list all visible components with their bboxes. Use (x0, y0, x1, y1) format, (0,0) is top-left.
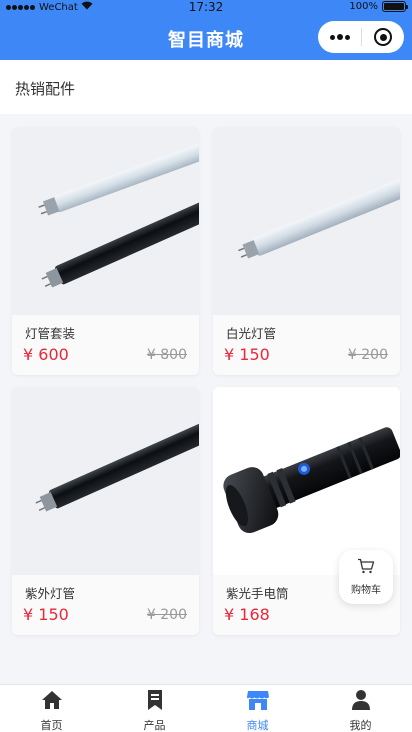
cart-label: 购物车 (351, 585, 381, 596)
uv-tube-image (12, 387, 199, 575)
product-price: ¥ 150 (224, 345, 270, 364)
original-price: ¥ 200 (146, 607, 187, 623)
product-card[interactable]: 白光灯管 ¥ 150 ¥ 200 (213, 127, 400, 375)
flashlight-image (213, 387, 400, 575)
tab-mine[interactable]: 我的 (309, 685, 412, 732)
product-name: 紫外灯管 (25, 586, 76, 601)
battery-icon (382, 1, 408, 12)
product-name: 白光灯管 (226, 326, 277, 341)
tab-label: 产品 (143, 719, 166, 732)
cart-button[interactable]: 购物车 (339, 550, 393, 604)
mini-program-capsule (318, 21, 404, 53)
product-name: 紫光手电筒 (226, 586, 289, 601)
tab-products[interactable]: 产品 (103, 685, 206, 732)
status-bar: WeChat 17:32 100% (0, 0, 412, 16)
original-price: ¥ 800 (146, 347, 187, 363)
top-bar: WeChat 17:32 100% 智目商城 (0, 0, 412, 60)
white-tube-image (213, 127, 400, 315)
product-card[interactable]: 紫外灯管 ¥ 150 ¥ 200 (12, 387, 199, 635)
product-info: 灯管套装 ¥ 600 ¥ 800 (12, 315, 199, 375)
section-header: 热销配件 (0, 60, 412, 114)
tube-set-image (12, 127, 199, 315)
cart-icon (357, 558, 375, 578)
product-price: ¥ 600 (23, 345, 69, 364)
tab-label: 我的 (349, 719, 372, 732)
product-card[interactable]: 灯管套装 ¥ 600 ¥ 800 (12, 127, 199, 375)
product-info: 紫外灯管 ¥ 150 ¥ 200 (12, 575, 199, 635)
product-name: 灯管套装 (25, 326, 76, 341)
battery-status: 100% (349, 1, 408, 12)
target-close-icon[interactable] (362, 28, 404, 46)
bookmark-icon (144, 689, 166, 715)
home-icon (41, 689, 63, 715)
product-info: 白光灯管 ¥ 150 ¥ 200 (213, 315, 400, 375)
product-price: ¥ 168 (224, 605, 270, 624)
original-price: ¥ 200 (347, 347, 388, 363)
tab-label: 商城 (246, 719, 269, 732)
tab-store[interactable]: 商城 (206, 685, 309, 732)
tab-home[interactable]: 首页 (0, 685, 103, 732)
product-price: ¥ 150 (23, 605, 69, 624)
battery-percent: 100% (349, 1, 378, 12)
user-icon (350, 689, 372, 715)
more-dots-icon[interactable] (318, 34, 361, 40)
tab-label: 首页 (40, 719, 63, 732)
section-title: 热销配件 (15, 80, 76, 98)
bottom-tab-bar: 首页 产品 商城 我的 (0, 684, 412, 732)
store-icon (246, 689, 270, 715)
